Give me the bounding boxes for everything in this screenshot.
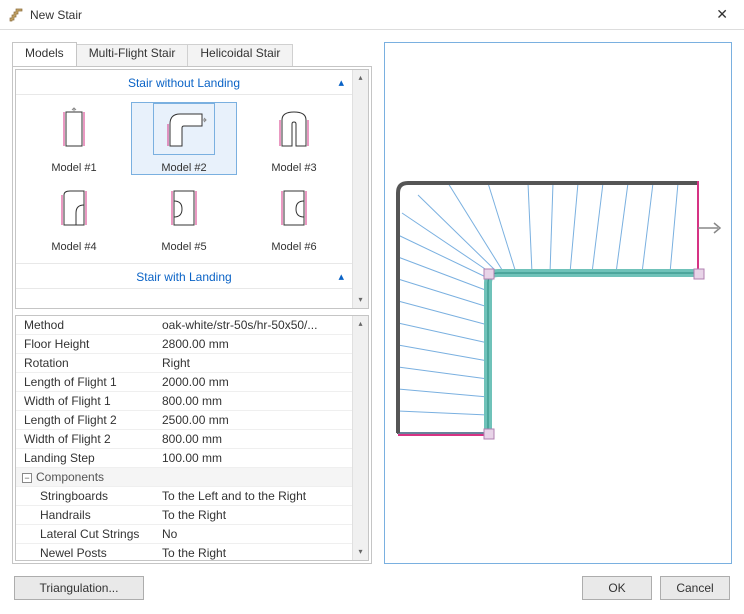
model-label: Model #6 [242, 241, 346, 253]
properties-scroll-area[interactable]: Methodoak-white/str-50s/hr-50x50/... Flo… [16, 316, 352, 560]
group-header-without-landing[interactable]: Stair without Landing ▴ [16, 70, 352, 95]
tab-content: Stair without Landing ▴ [12, 66, 372, 564]
scroll-down-icon[interactable]: ▾ [353, 292, 368, 308]
chevron-up-icon: ▴ [338, 270, 344, 283]
model-label: Model #3 [242, 162, 346, 174]
properties-table: Methodoak-white/str-50s/hr-50x50/... Flo… [16, 316, 352, 560]
model-cell-6[interactable]: Model #6 [242, 182, 346, 253]
prop-row-lateral-cut-strings[interactable]: Lateral Cut StringsNo [16, 525, 352, 544]
chevron-up-icon: ▴ [338, 76, 344, 89]
model-cell-4[interactable]: Model #4 [22, 182, 126, 253]
prop-group-components[interactable]: −Components [16, 468, 352, 487]
model-grid-without-landing: Model #1 [16, 95, 352, 263]
model-label: Model #1 [22, 162, 126, 174]
model-thumb-4 [43, 182, 105, 234]
models-scrollbar[interactable]: ▴ ▾ [352, 70, 368, 308]
prop-row-rotation[interactable]: RotationRight [16, 354, 352, 373]
left-column: Models Multi-Flight Stair Helicoidal Sta… [12, 42, 372, 564]
preview-pane[interactable] [384, 42, 732, 564]
titlebar: New Stair ✕ [0, 0, 744, 30]
triangulation-button[interactable]: Triangulation... [14, 576, 144, 600]
prop-row-length-flight-2[interactable]: Length of Flight 22500.00 mm [16, 411, 352, 430]
model-label: Model #5 [132, 241, 236, 253]
model-thumb-6 [263, 182, 325, 234]
model-thumb-5 [153, 182, 215, 234]
properties-scrollbar[interactable]: ▴ ▾ [352, 316, 368, 560]
model-label: Model #2 [132, 162, 236, 174]
model-cell-5[interactable]: Model #5 [132, 182, 236, 253]
model-cell-2[interactable]: Model #2 [132, 103, 236, 174]
model-label: Model #4 [22, 241, 126, 253]
models-panel: Stair without Landing ▴ [15, 69, 369, 309]
group-title: Stair without Landing [128, 76, 240, 90]
scroll-up-icon[interactable]: ▴ [353, 316, 368, 332]
prop-row-landing-step[interactable]: Landing Step100.00 mm [16, 449, 352, 468]
group-title: Stair with Landing [136, 270, 231, 284]
scroll-up-icon[interactable]: ▴ [353, 70, 368, 86]
tab-helicoidal[interactable]: Helicoidal Stair [187, 44, 293, 66]
prop-row-floor-height[interactable]: Floor Height2800.00 mm [16, 335, 352, 354]
scroll-down-icon[interactable]: ▾ [353, 544, 368, 560]
stair-preview-svg [385, 43, 731, 563]
prop-row-length-flight-1[interactable]: Length of Flight 12000.00 mm [16, 373, 352, 392]
close-icon[interactable]: ✕ [708, 4, 736, 25]
prop-row-newel-posts[interactable]: Newel PostsTo the Right [16, 544, 352, 561]
ok-button[interactable]: OK [582, 576, 652, 600]
model-thumb-1 [43, 103, 105, 155]
tab-strip: Models Multi-Flight Stair Helicoidal Sta… [12, 42, 372, 66]
model-cell-3[interactable]: Model #3 [242, 103, 346, 174]
app-icon [8, 7, 24, 23]
model-thumb-2 [153, 103, 215, 155]
window-title: New Stair [30, 8, 708, 22]
prop-row-method[interactable]: Methodoak-white/str-50s/hr-50x50/... [16, 316, 352, 335]
prop-row-stringboards[interactable]: StringboardsTo the Left and to the Right [16, 487, 352, 506]
tab-multi-flight[interactable]: Multi-Flight Stair [76, 44, 189, 66]
prop-row-handrails[interactable]: HandrailsTo the Right [16, 506, 352, 525]
model-thumb-3 [263, 103, 325, 155]
cancel-button[interactable]: Cancel [660, 576, 730, 600]
prop-row-width-flight-1[interactable]: Width of Flight 1800.00 mm [16, 392, 352, 411]
tab-models[interactable]: Models [12, 42, 77, 66]
model-cell-1[interactable]: Model #1 [22, 103, 126, 174]
collapse-icon[interactable]: − [22, 473, 32, 483]
models-scroll-area[interactable]: Stair without Landing ▴ [16, 70, 352, 308]
group-header-with-landing[interactable]: Stair with Landing ▴ [16, 263, 352, 289]
prop-row-width-flight-2[interactable]: Width of Flight 2800.00 mm [16, 430, 352, 449]
properties-panel: Methodoak-white/str-50s/hr-50x50/... Flo… [15, 315, 369, 561]
dialog-footer: Triangulation... OK Cancel [0, 570, 744, 606]
dialog-body: Models Multi-Flight Stair Helicoidal Sta… [0, 30, 744, 570]
